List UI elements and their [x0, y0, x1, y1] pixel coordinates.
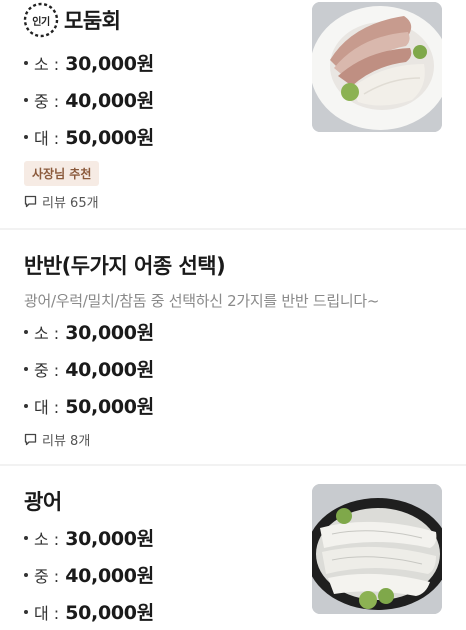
size-label: 중 : — [34, 91, 60, 111]
price-value: 30,000원 — [65, 322, 154, 344]
menu-photo[interactable] — [312, 484, 442, 614]
price-row-large: 대 : 50,000원 — [24, 387, 154, 424]
size-label: 소 : — [34, 54, 60, 74]
bullet — [24, 609, 28, 614]
menu-item-banban[interactable]: 반반(두가지 어종 선택) 광어/우럭/밀치/참돔 중 선택하신 2가지를 반반… — [0, 230, 466, 464]
price-value: 50,000원 — [65, 396, 154, 418]
popular-badge: 인기 — [22, 1, 60, 39]
badge-label: 인기 — [32, 16, 50, 28]
price-value: 50,000원 — [65, 602, 154, 624]
size-label: 소 : — [34, 529, 60, 549]
menu-item-modum-hoe[interactable]: 인기 모둠회 소 : 30,000원 중 : 40,000원 대 : 50,00… — [0, 0, 466, 228]
menu-photo[interactable] — [312, 2, 442, 132]
bullet — [24, 366, 28, 371]
price-row-small: 소 : 30,000원 — [24, 313, 154, 350]
menu-description: 광어/우럭/밀치/참돔 중 선택하신 2가지를 반반 드립니다~ — [24, 292, 380, 310]
comment-icon — [24, 433, 37, 446]
review-label: 리뷰 8개 — [42, 434, 91, 449]
price-row-small: 소 : 30,000원 — [24, 519, 154, 556]
price-value: 40,000원 — [65, 90, 154, 112]
price-value: 40,000원 — [65, 359, 154, 381]
price-row-small: 소 : 30,000원 — [24, 44, 154, 81]
price-value: 50,000원 — [65, 127, 154, 149]
menu-name: 모둠회 — [64, 9, 121, 33]
price-row-large: 대 : 50,000원 — [24, 593, 154, 630]
sashimi-platter-image — [312, 2, 442, 132]
menu-name: 반반(두가지 어종 선택) — [24, 254, 226, 278]
menu-name: 광어 — [24, 490, 62, 514]
price-value: 30,000원 — [65, 53, 154, 75]
menu-item-gwangeo[interactable]: 광어 소 : 30,000원 중 : 40,000원 대 : 50,000원 — [0, 466, 466, 629]
size-label: 대 : — [34, 603, 60, 623]
bullet — [24, 535, 28, 540]
flounder-sashimi-image — [312, 484, 442, 614]
comment-icon — [24, 195, 37, 208]
price-row-large: 대 : 50,000원 — [24, 118, 154, 155]
bullet — [24, 60, 28, 65]
review-count[interactable]: 리뷰 65개 — [24, 192, 99, 211]
price-value: 40,000원 — [65, 565, 154, 587]
size-label: 중 : — [34, 566, 60, 586]
size-label: 대 : — [34, 128, 60, 148]
bullet — [24, 329, 28, 334]
price-row-medium: 중 : 40,000원 — [24, 81, 154, 118]
owner-recommend-tag: 사장님 추천 — [24, 161, 100, 186]
price-row-medium: 중 : 40,000원 — [24, 350, 154, 387]
bullet — [24, 403, 28, 408]
price-row-medium: 중 : 40,000원 — [24, 556, 154, 593]
bullet — [24, 572, 28, 577]
review-count[interactable]: 리뷰 8개 — [24, 430, 90, 449]
price-value: 30,000원 — [65, 528, 154, 550]
size-label: 대 : — [34, 397, 60, 417]
bullet — [24, 134, 28, 139]
review-label: 리뷰 65개 — [42, 196, 99, 211]
size-label: 중 : — [34, 360, 60, 380]
size-label: 소 : — [34, 323, 60, 343]
bullet — [24, 97, 28, 102]
